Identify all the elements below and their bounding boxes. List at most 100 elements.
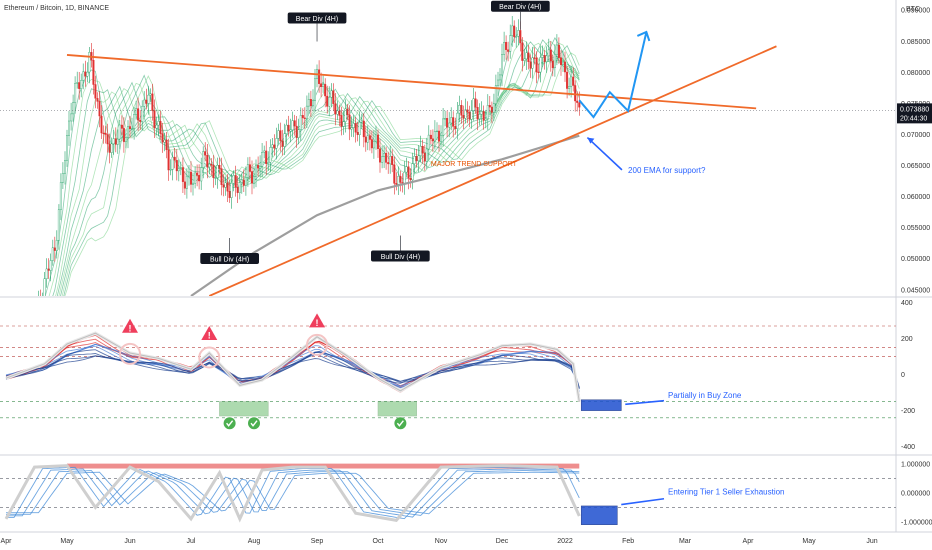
candle-body [65,135,68,161]
candle-body [342,121,345,127]
candle-body [553,54,556,69]
candle-body [106,134,109,145]
time-tick: Nov [435,538,448,545]
candle-body [139,119,142,122]
candle-body [503,42,506,55]
candle-body [338,110,341,116]
candle-body [53,247,56,251]
candle-body [301,115,304,119]
candle-body [527,52,530,62]
candle-body [116,138,119,145]
candle-body [114,138,117,145]
candle-body [271,144,274,148]
candle-body [252,175,255,184]
candle-body [375,134,378,142]
candle-body [314,78,317,101]
time-tick: Apr [743,538,755,545]
candle-body [421,145,424,154]
candle-body [458,104,461,114]
candle-body [427,134,430,150]
time-tick: 2022 [557,538,573,545]
candle-body [568,86,571,89]
candle-body [403,171,406,185]
candle-body [433,130,436,142]
candle-body [391,156,394,166]
time-tick: Sep [311,538,324,545]
candle-body [537,71,540,74]
candle-body [224,182,227,188]
candle-body [364,136,367,143]
time-tick: Oct [373,538,384,545]
candle-body [312,100,315,107]
divergence-label: Bear Div (4H) [499,4,541,11]
candle-body [322,84,325,87]
candle-body [173,156,176,161]
candle-body [501,54,504,76]
candle-body [574,85,577,102]
candle-body [419,145,422,156]
candle-body [415,155,418,162]
time-tick: May [60,538,74,545]
candle-body [45,268,48,279]
candle-body [120,124,123,129]
candle-body [210,163,213,166]
buy-zone-box [580,399,622,411]
candle-body [84,71,87,77]
candle-body [557,44,560,58]
candle-body [566,71,569,89]
candle-body [564,61,567,73]
osc-tick: -400 [901,444,915,451]
candle-body [578,102,581,108]
candle-body [248,164,251,172]
candle-body [393,164,396,184]
price-tick: 0.080000 [901,70,930,77]
candle-body [320,83,323,88]
candle-body [72,102,75,115]
candle-body [289,129,292,132]
candle-body [305,105,308,119]
candle-body [236,186,239,193]
candle-body [179,167,182,169]
candle-body [539,57,542,73]
candle-body [293,120,296,127]
candle-body [346,108,349,116]
candle-body [450,117,453,124]
candle-body [70,113,73,122]
candle-body [572,76,575,86]
candle-body [299,115,302,131]
candle-body [486,105,489,120]
candle-body [104,132,107,135]
candle-body [118,124,121,140]
candle-body [297,129,300,138]
candle-body [460,104,463,116]
warning-icon-glyph: ! [129,323,132,333]
candle-body [110,143,113,153]
candle-body [570,76,573,87]
candle-body [560,57,563,65]
candle-body [340,115,343,127]
check-icon [394,417,407,430]
candle-body [480,111,483,115]
candle-body [147,94,150,104]
candle-body [157,121,160,126]
osc-tick: -200 [901,408,915,415]
candle-body [521,42,524,61]
candle-body [395,183,398,185]
candle-body [98,101,101,117]
candle-body [194,172,197,184]
candle-body [291,120,294,131]
candle-body [336,110,339,115]
candle-body [141,106,144,122]
candle-body [189,171,192,185]
candle-body [74,83,77,103]
last-price: 0.073880 [900,106,929,113]
candle-body [576,100,579,103]
candle-body [547,49,550,57]
time-axis: Apr May Jun Jul Aug Sep Oct Nov Dec 2022 Feb Mar Apr… [1,538,878,545]
candle-body [273,144,276,149]
candle-body [379,148,382,163]
candle-body [257,165,260,169]
candle-body [267,162,270,165]
candle-body [181,167,184,182]
divergence-label: Bear Div (4H) [296,16,338,23]
